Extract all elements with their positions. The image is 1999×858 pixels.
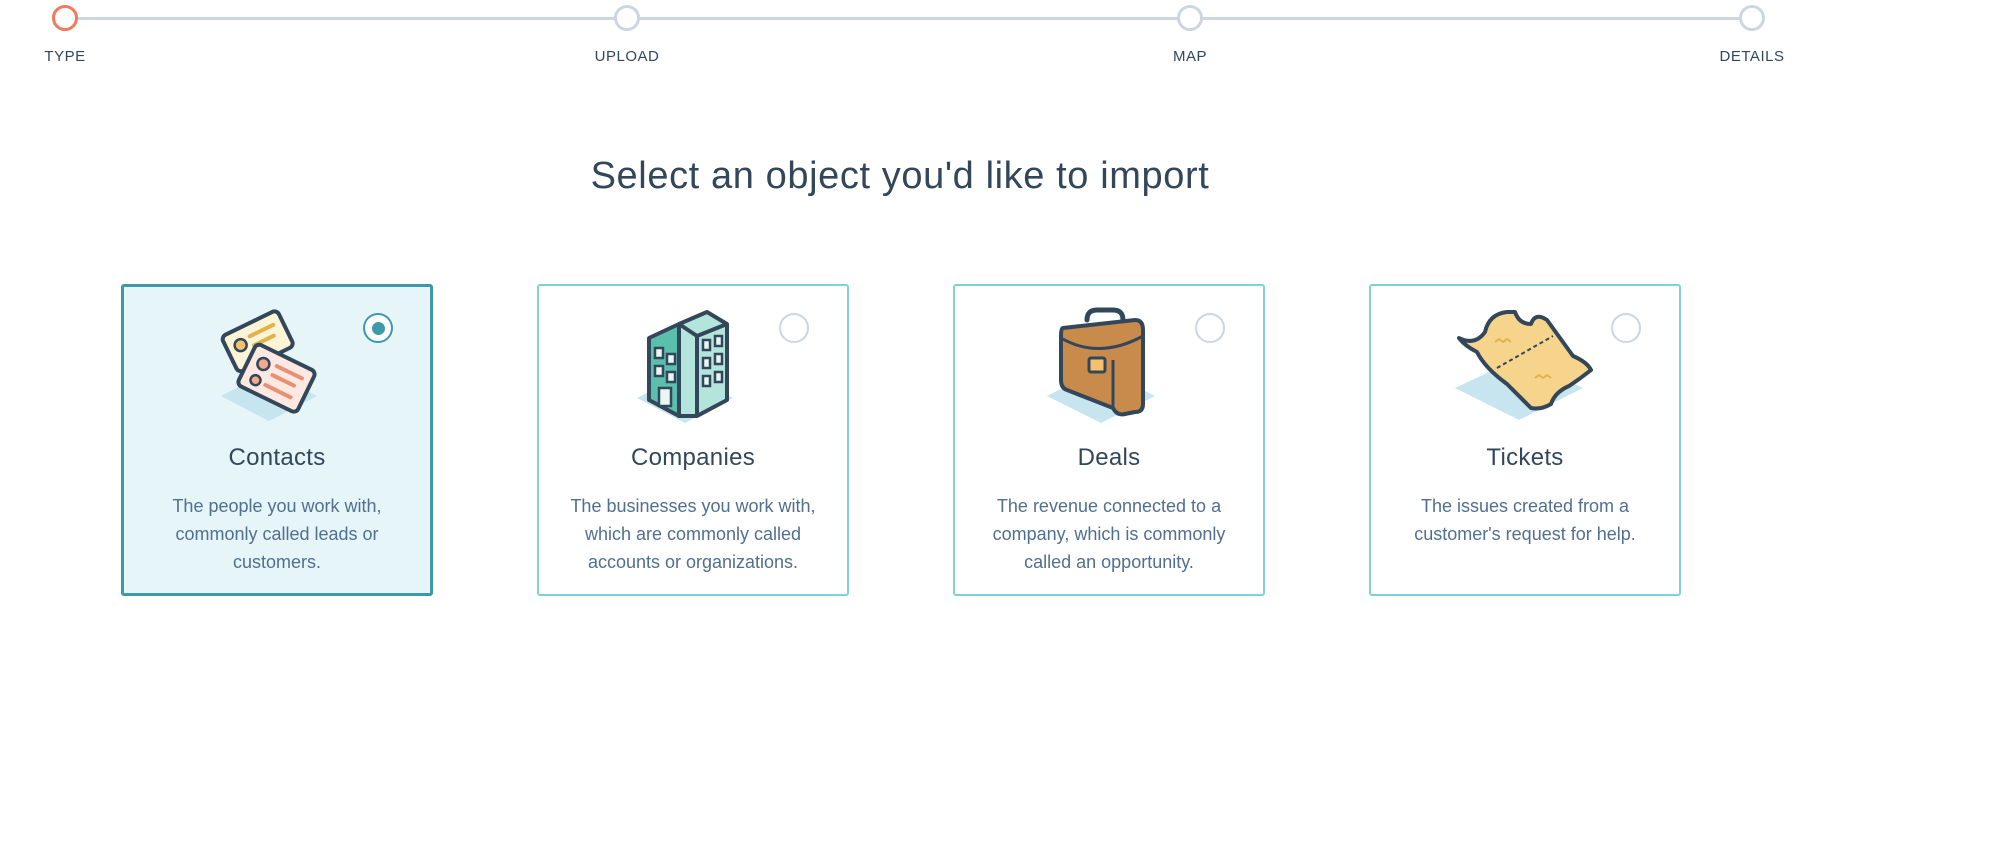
step-type-label: TYPE [44, 48, 86, 65]
contacts-radio[interactable] [363, 313, 393, 343]
card-description: The people you work with, commonly calle… [172, 496, 382, 572]
companies-radio[interactable] [779, 313, 809, 343]
stepper-track [65, 17, 1752, 20]
step-map-label: MAP [1172, 48, 1207, 65]
step-upload-indicator [614, 5, 640, 31]
contact-cards-icon [207, 304, 347, 429]
card-title: Tickets [1486, 444, 1564, 471]
step-details[interactable]: DETAILS [1682, 0, 1822, 65]
briefcase-icon [1039, 304, 1179, 429]
card-description: The revenue connected to a company, whic… [992, 496, 1226, 572]
step-details-label: DETAILS [1719, 48, 1785, 65]
card-title: Contacts [228, 444, 326, 471]
step-type[interactable]: TYPE [0, 0, 135, 65]
card-title: Companies [630, 444, 756, 471]
object-card-deals[interactable]: Deals The revenue connected to a company… [953, 284, 1265, 596]
import-stepper: TYPE UPLOAD MAP DETAILS [0, 0, 1999, 80]
tickets-radio[interactable] [1611, 313, 1641, 343]
step-type-indicator [52, 5, 78, 31]
radio-selected-dot [371, 321, 385, 335]
step-details-indicator [1739, 5, 1765, 31]
step-upload-label: UPLOAD [594, 48, 660, 65]
building-icon [623, 304, 763, 429]
object-card-companies[interactable]: Companies The businesses you work with, … [537, 284, 849, 596]
page-title: Select an object you'd like to import [590, 155, 1210, 197]
card-title: Deals [1077, 444, 1141, 471]
ticket-icon [1455, 304, 1595, 429]
deals-radio[interactable] [1195, 313, 1225, 343]
step-upload[interactable]: UPLOAD [557, 0, 697, 65]
step-map[interactable]: MAP [1120, 0, 1260, 65]
card-description: The issues created from a customer's req… [1414, 496, 1636, 544]
step-map-indicator [1177, 5, 1203, 31]
card-description: The businesses you work with, which are … [570, 496, 816, 572]
object-card-tickets[interactable]: Tickets The issues created from a custom… [1369, 284, 1681, 596]
object-card-contacts[interactable]: Contacts The people you work with, commo… [121, 284, 433, 596]
